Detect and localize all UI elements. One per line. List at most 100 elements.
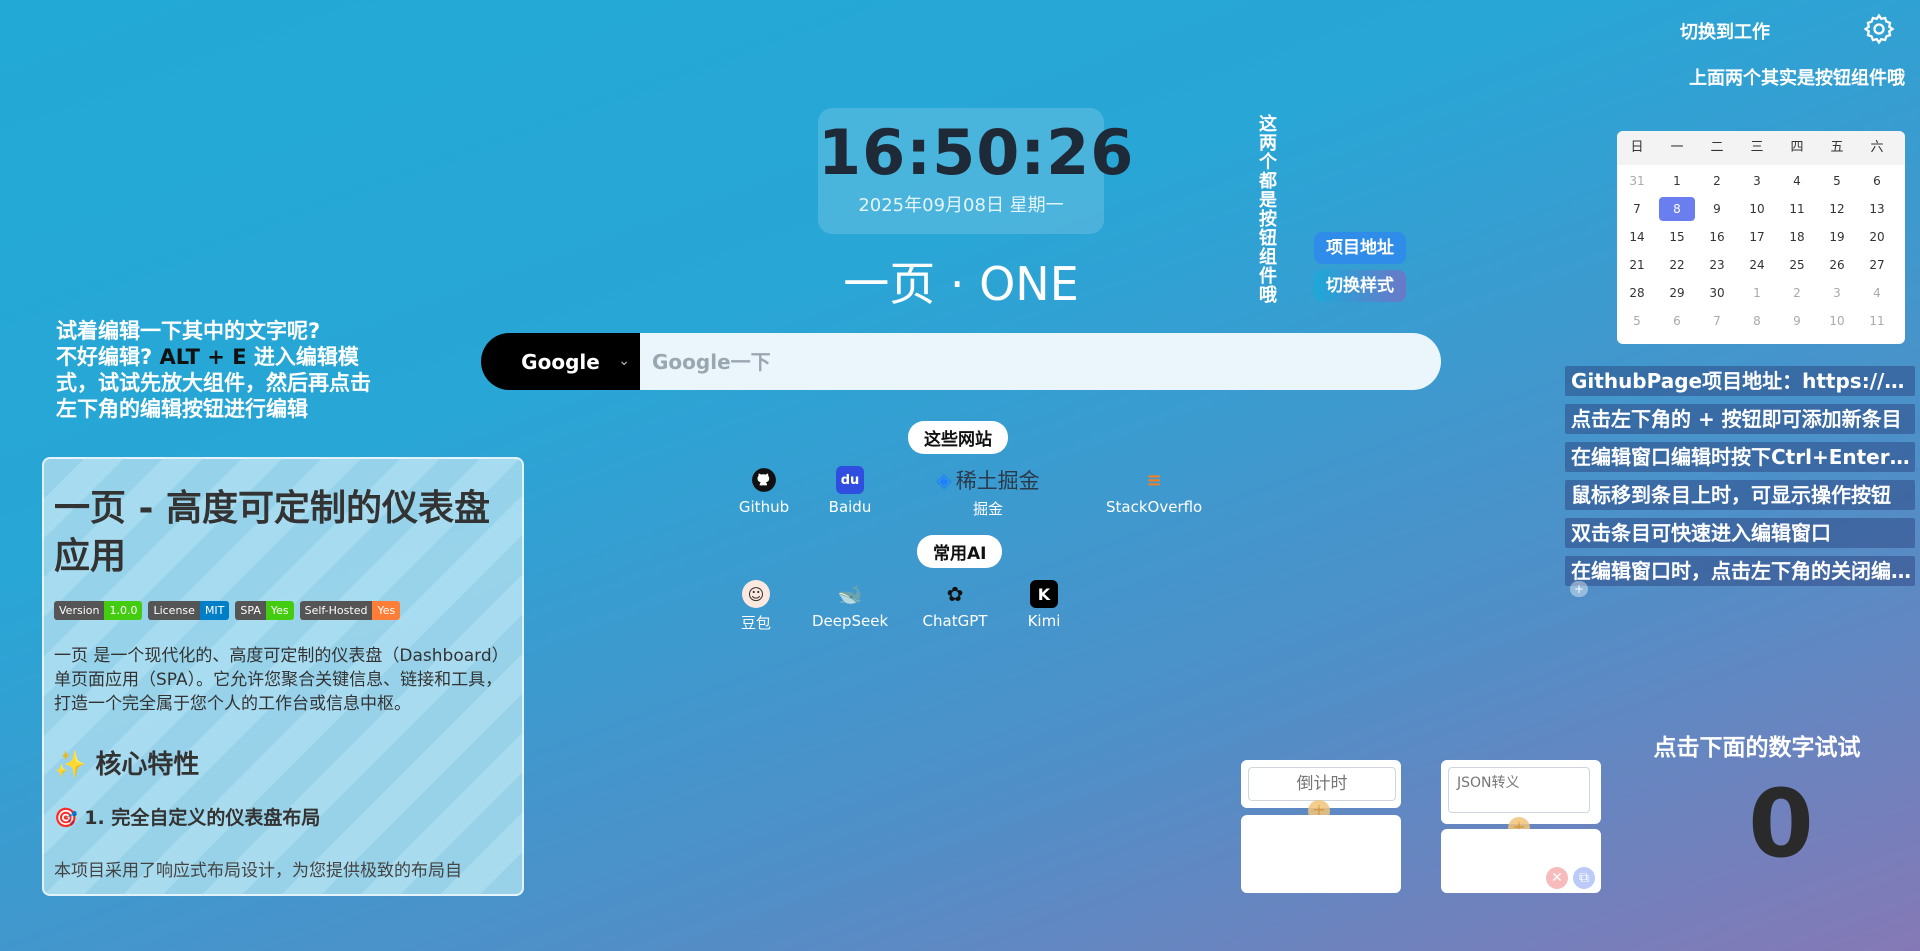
calendar-weekday: 一 bbox=[1670, 140, 1684, 155]
calendar-day[interactable]: 25 bbox=[1777, 251, 1817, 279]
vertical-hint: 这两个都是按钮组件哦 bbox=[1259, 114, 1277, 306]
stackoverflow-icon: ≡ bbox=[1146, 469, 1162, 491]
baidu-icon: du bbox=[836, 466, 864, 494]
calendar-day[interactable]: 15 bbox=[1657, 223, 1697, 251]
calendar-day[interactable]: 10 bbox=[1737, 195, 1777, 223]
calendar-day[interactable]: 6 bbox=[1857, 167, 1897, 195]
todo-item[interactable]: 在编辑窗口时，点击左下角的关闭编辑按钮 bbox=[1565, 556, 1915, 586]
calendar-day[interactable]: 12 bbox=[1817, 195, 1857, 223]
link-chatgpt[interactable]: ✿ ChatGPT bbox=[920, 580, 990, 630]
badge-row: Version 1.0.0 License MIT SPA Yes Self-Host… bbox=[54, 601, 510, 620]
counter-value[interactable]: 0 bbox=[1700, 770, 1862, 879]
calendar-day[interactable]: 3 bbox=[1817, 279, 1857, 307]
add-todo-icon[interactable]: + bbox=[1570, 581, 1588, 597]
calendar-day[interactable]: 19 bbox=[1817, 223, 1857, 251]
calendar-day[interactable]: 8 bbox=[1657, 195, 1697, 223]
countdown-input[interactable] bbox=[1248, 767, 1396, 801]
link-github[interactable]: Github bbox=[736, 466, 792, 516]
todo-item[interactable]: GithubPage项目地址：https://github.com bbox=[1565, 366, 1915, 396]
calendar-weekday: 四 bbox=[1790, 140, 1804, 155]
calendar-day[interactable]: 10 bbox=[1817, 307, 1857, 335]
deepseek-icon: 🐋 bbox=[837, 582, 863, 606]
calendar-day[interactable]: 1 bbox=[1737, 279, 1777, 307]
gear-icon[interactable] bbox=[1862, 12, 1896, 46]
calendar-day[interactable]: 8 bbox=[1737, 307, 1777, 335]
json-input[interactable] bbox=[1448, 767, 1590, 813]
calendar-day[interactable]: 6 bbox=[1657, 307, 1697, 335]
calendar-day[interactable]: 2 bbox=[1697, 167, 1737, 195]
switch-to-work-button[interactable]: 切换到工作 bbox=[1680, 18, 1770, 44]
calendar-week: 21 22 23 24 25 26 27 bbox=[1617, 251, 1905, 279]
calendar-day[interactable]: 5 bbox=[1817, 167, 1857, 195]
calendar-day[interactable]: 11 bbox=[1777, 195, 1817, 223]
search-engine-select[interactable]: Google ⌄ bbox=[481, 333, 640, 390]
calendar-day[interactable]: 31 bbox=[1617, 167, 1657, 195]
link-doubao[interactable]: ☺ 豆包 bbox=[728, 580, 784, 633]
link-label: Github bbox=[738, 498, 790, 516]
link-kimi[interactable]: K Kimi bbox=[1016, 580, 1072, 630]
calendar-day[interactable]: 7 bbox=[1617, 195, 1657, 223]
calendar-day[interactable]: 5 bbox=[1617, 307, 1657, 335]
readme-body-text: 本项目采用了响应式布局设计，为您提供极致的布局自 bbox=[54, 861, 462, 881]
calendar-day[interactable]: 4 bbox=[1857, 279, 1897, 307]
readme-features-heading: ✨ 核心特性 bbox=[54, 750, 200, 780]
calendar-day[interactable]: 22 bbox=[1657, 251, 1697, 279]
calendar-day[interactable]: 4 bbox=[1777, 167, 1817, 195]
link-stackoverflow[interactable]: ≡ StackOverflow bbox=[1106, 466, 1202, 517]
calendar-day[interactable]: 23 bbox=[1697, 251, 1737, 279]
calendar-day[interactable]: 24 bbox=[1737, 251, 1777, 279]
todo-item[interactable]: 在编辑窗口编辑时按下Ctrl+Enter即可保存 bbox=[1565, 442, 1915, 472]
calendar-day[interactable]: 18 bbox=[1777, 223, 1817, 251]
brand-title: 一页 · ONE bbox=[843, 257, 1079, 311]
calendar-day[interactable]: 7 bbox=[1697, 307, 1737, 335]
switch-style-button[interactable]: 切换样式 bbox=[1314, 270, 1406, 302]
calendar-day[interactable]: 16 bbox=[1697, 223, 1737, 251]
calendar-weekday: 二 bbox=[1710, 140, 1724, 155]
edit-hint-line: 试着编辑一下其中的文字呢? bbox=[56, 319, 321, 343]
calendar-day[interactable]: 21 bbox=[1617, 251, 1657, 279]
project-address-button[interactable]: 项目地址 bbox=[1314, 232, 1406, 264]
close-icon[interactable]: ✕ bbox=[1546, 867, 1568, 889]
calendar-day[interactable]: 28 bbox=[1617, 279, 1657, 307]
json-escape-widget bbox=[1441, 760, 1601, 824]
todo-item[interactable]: 鼠标移到条目上时，可显示操作按钮 bbox=[1565, 480, 1915, 510]
link-juejin[interactable]: ◈ 稀土掘金 掘金 bbox=[926, 466, 1050, 519]
search-input[interactable] bbox=[640, 333, 1441, 390]
calendar-day[interactable]: 3 bbox=[1737, 167, 1777, 195]
link-label: 掘金 bbox=[972, 500, 1003, 518]
calendar-day[interactable]: 13 bbox=[1857, 195, 1897, 223]
link-label: StackOverflow bbox=[1106, 498, 1202, 516]
link-label: ChatGPT bbox=[922, 612, 988, 630]
kimi-icon: K bbox=[1030, 580, 1058, 608]
link-label: DeepSeek bbox=[812, 612, 889, 630]
calendar-day[interactable]: 2 bbox=[1777, 279, 1817, 307]
readme-card[interactable]: 一页 - 高度可定制的仪表盘应用 Version 1.0.0 License MIT… bbox=[42, 457, 524, 896]
calendar-day[interactable]: 11 bbox=[1857, 307, 1897, 335]
juejin-logo-text: 稀土掘金 bbox=[955, 469, 1040, 493]
calendar-day[interactable]: 20 bbox=[1857, 223, 1897, 251]
calendar-day[interactable]: 9 bbox=[1777, 307, 1817, 335]
calendar-day[interactable]: 17 bbox=[1737, 223, 1777, 251]
copy-icon[interactable]: ⧉ bbox=[1573, 867, 1595, 889]
link-baidu[interactable]: du Baidu bbox=[822, 466, 878, 516]
calendar-day[interactable]: 29 bbox=[1657, 279, 1697, 307]
doubao-icon: ☺ bbox=[742, 580, 770, 608]
calendar-weekdays: 日一二三四五六 bbox=[1617, 131, 1905, 165]
calendar-week: 7 8 9 10 11 12 13 bbox=[1617, 195, 1905, 223]
shortcut-text: ALT + E bbox=[159, 345, 247, 369]
badge-license: License MIT bbox=[148, 601, 230, 620]
calendar-day[interactable]: 9 bbox=[1697, 195, 1737, 223]
badge-version: Version 1.0.0 bbox=[54, 601, 143, 620]
calendar-day[interactable]: 1 bbox=[1657, 167, 1697, 195]
todo-item[interactable]: 点击左下角的 + 按钮即可添加新条目 bbox=[1565, 404, 1915, 434]
calendar-day[interactable]: 30 bbox=[1697, 279, 1737, 307]
calendar-day[interactable]: 26 bbox=[1817, 251, 1857, 279]
calendar-widget: 日一二三四五六 31 1 2 3 4 5 6 7 8 9 10 11 12 13 14 15 16 17 18 19 2… bbox=[1617, 131, 1905, 344]
edit-hint: 试着编辑一下其中的文字呢? 不好编辑? ALT + E 进入编辑模式，试试先放大… bbox=[56, 318, 386, 422]
calendar-week: 14 15 16 17 18 19 20 bbox=[1617, 223, 1905, 251]
link-deepseek[interactable]: 🐋 DeepSeek bbox=[812, 580, 888, 630]
calendar-day[interactable]: 14 bbox=[1617, 223, 1657, 251]
buttons-hint: 上面两个其实是按钮组件哦 bbox=[1689, 68, 1905, 89]
todo-item[interactable]: 双击条目可快速进入编辑窗口 bbox=[1565, 518, 1915, 548]
calendar-day[interactable]: 27 bbox=[1857, 251, 1897, 279]
